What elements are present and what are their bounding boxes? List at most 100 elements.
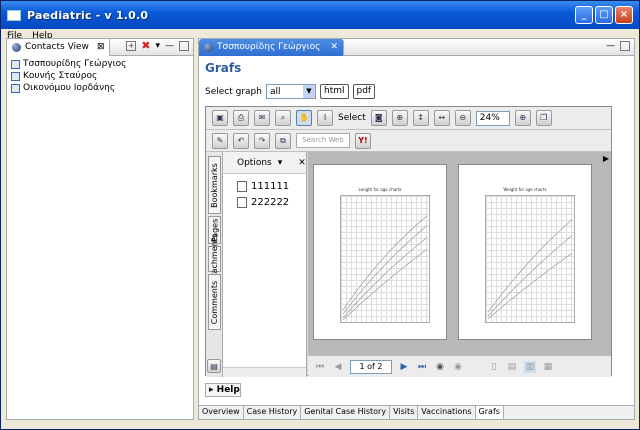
- tab-bookmarks[interactable]: Bookmarks: [208, 156, 221, 214]
- chevron-down-icon: ▼: [302, 85, 315, 98]
- tab-label: Τσσπουρίδης Γεώργιος: [217, 42, 321, 52]
- tab-contacts-view[interactable]: Contacts View ⊠: [7, 38, 111, 56]
- hand-tool-icon[interactable]: ✋: [296, 110, 312, 126]
- graph-select-value: all: [269, 86, 281, 97]
- pdf-page-2: Weight for age charts: [458, 164, 592, 340]
- select-graph-label: Select graph: [205, 86, 262, 97]
- contact-name: Τσσπουρίδης Γεώργιος: [23, 59, 127, 69]
- back-view-icon[interactable]: ◉: [434, 361, 446, 373]
- tab-label: Comments: [210, 280, 219, 324]
- maximize-button[interactable]: □: [595, 6, 613, 24]
- contacts-view-icon: [12, 42, 21, 52]
- page-display-area[interactable]: Length for age charts Weight for age cha…: [308, 152, 611, 355]
- pdf-button[interactable]: pdf: [352, 84, 376, 99]
- sign-icon[interactable]: ✎: [212, 132, 228, 149]
- select-tool-icon[interactable]: I: [317, 110, 333, 126]
- horizontal-scrollbar[interactable]: [223, 367, 306, 377]
- panel-toggle-icon[interactable]: ▤: [207, 359, 221, 373]
- close-tab-icon[interactable]: ✕: [330, 42, 338, 52]
- list-item[interactable]: 222222: [237, 194, 306, 210]
- continuous-facing-icon[interactable]: ▦: [542, 361, 554, 373]
- page-chart-title: Length for age charts: [358, 187, 402, 192]
- html-button[interactable]: html: [319, 84, 349, 99]
- tab-grafs[interactable]: Grafs: [475, 406, 504, 419]
- yahoo-search-icon[interactable]: Y!: [355, 132, 371, 149]
- list-item[interactable]: Τσσπουρίδης Γεώργιος: [11, 58, 189, 70]
- graph-select[interactable]: all ▼: [265, 84, 316, 99]
- side-tabs: Bookmarks Pages Attachments Comments ▤: [206, 152, 223, 377]
- viewer-toolbar: ▣ ⎙ ✉ ⌕ ✋ I Select ◙ ⊕ ↕ ↔ ⊖ 24% ⊕ ❐: [206, 107, 611, 130]
- first-page-icon[interactable]: ⏮: [314, 361, 326, 373]
- expand-icon: ▸: [209, 385, 214, 395]
- growth-chart-thumbnail: [340, 195, 430, 323]
- tab-vaccinations[interactable]: Vaccinations: [418, 406, 476, 419]
- bookmarks-panel: Options ▾ ✕ 111111 222222: [223, 152, 307, 377]
- options-menu[interactable]: Options: [237, 158, 272, 168]
- undo-icon[interactable]: ↶: [233, 132, 249, 149]
- next-page-icon[interactable]: ▶: [398, 361, 410, 373]
- prev-page-icon[interactable]: ◀: [332, 361, 344, 373]
- pdf-page-1: Length for age charts: [313, 164, 447, 340]
- minimize-button[interactable]: _: [575, 6, 593, 24]
- contact-icon: [11, 83, 20, 93]
- zoom-out-icon[interactable]: ⊖: [454, 110, 471, 126]
- tab-label: Contacts View: [25, 42, 89, 52]
- facing-page-icon[interactable]: ▥: [524, 360, 536, 373]
- close-panel-icon[interactable]: ✕: [298, 158, 306, 168]
- select-tool-label[interactable]: Select: [338, 113, 366, 123]
- minimize-editor-icon[interactable]: —: [606, 41, 615, 51]
- bookmark-icon: [237, 196, 247, 208]
- email-icon[interactable]: ✉: [254, 110, 270, 126]
- close-tab-icon[interactable]: ⊠: [97, 42, 105, 52]
- redo-icon[interactable]: ↷: [254, 132, 270, 149]
- fit-height-icon[interactable]: ↕: [412, 110, 429, 126]
- tab-overview[interactable]: Overview: [199, 406, 244, 419]
- zoom-select[interactable]: 24%: [475, 110, 510, 126]
- single-page-icon[interactable]: ▯: [488, 361, 500, 373]
- tab-label: Bookmarks: [210, 162, 220, 208]
- copy-icon[interactable]: ⧉: [275, 132, 291, 149]
- application-window: Paediatric - v 1.0.0 _ □ × File Help Con…: [0, 0, 640, 430]
- list-item[interactable]: Κουνής Σταύρος: [11, 70, 189, 82]
- zoom-plus-icon[interactable]: ⊕: [514, 110, 531, 126]
- snapshot-icon[interactable]: ◙: [370, 110, 387, 126]
- list-item[interactable]: 111111: [237, 178, 306, 194]
- tab-comments[interactable]: Comments: [208, 274, 221, 330]
- last-page-icon[interactable]: ⏭: [416, 361, 428, 373]
- new-contact-icon[interactable]: +: [126, 41, 137, 51]
- save-icon[interactable]: ▣: [212, 110, 228, 126]
- find-icon[interactable]: ⌕: [275, 110, 291, 126]
- delete-contact-icon[interactable]: ✖: [141, 40, 150, 51]
- tab-attachments[interactable]: Attachments: [208, 233, 221, 285]
- pages-menu-icon[interactable]: ❐: [535, 110, 552, 126]
- patient-icon: [204, 42, 213, 52]
- page-navigation-bar: ⏮ ◀ 1 of 2 ▶ ⏭ ◉ ◉ ▯ ▤ ▥ ▦: [308, 355, 611, 377]
- maximize-view-icon[interactable]: [179, 41, 189, 51]
- zoom-in-icon[interactable]: ⊕: [391, 110, 408, 126]
- tab-genital-case-history[interactable]: Genital Case History: [301, 406, 391, 419]
- fit-width-icon[interactable]: ↔: [433, 110, 450, 126]
- contact-name: Οικονόμου Ιορδάνης: [23, 83, 116, 93]
- contact-name: Κουνής Σταύρος: [23, 71, 98, 81]
- scroll-right-icon[interactable]: ▶: [603, 154, 609, 163]
- close-window-button[interactable]: ×: [615, 6, 633, 24]
- tab-patient[interactable]: Τσσπουρίδης Γεώργιος ✕: [199, 38, 344, 56]
- bookmark-icon: [237, 180, 247, 192]
- view-menu-icon[interactable]: ▾: [155, 41, 160, 51]
- forward-view-icon[interactable]: ◉: [452, 361, 464, 373]
- tab-visits[interactable]: Visits: [390, 406, 419, 419]
- maximize-editor-icon[interactable]: [620, 41, 630, 51]
- search-web-input[interactable]: Search Web: [296, 133, 350, 148]
- print-icon[interactable]: ⎙: [233, 110, 249, 126]
- page-number-input[interactable]: 1 of 2: [350, 359, 392, 374]
- chevron-down-icon[interactable]: ▾: [278, 158, 283, 168]
- viewer-toolbar-secondary: ✎ ↶ ↷ ⧉ Search Web Y!: [206, 130, 611, 152]
- window-title: Paediatric - v 1.0.0: [27, 8, 149, 22]
- minimize-view-icon[interactable]: —: [165, 41, 174, 51]
- continuous-page-icon[interactable]: ▤: [506, 361, 518, 373]
- title-bar[interactable]: Paediatric - v 1.0.0 _ □ ×: [1, 1, 639, 29]
- help-section[interactable]: ▸ Help: [205, 383, 241, 397]
- tab-case-history[interactable]: Case History: [244, 406, 302, 419]
- contact-icon: [11, 59, 20, 69]
- list-item[interactable]: Οικονόμου Ιορδάνης: [11, 82, 189, 94]
